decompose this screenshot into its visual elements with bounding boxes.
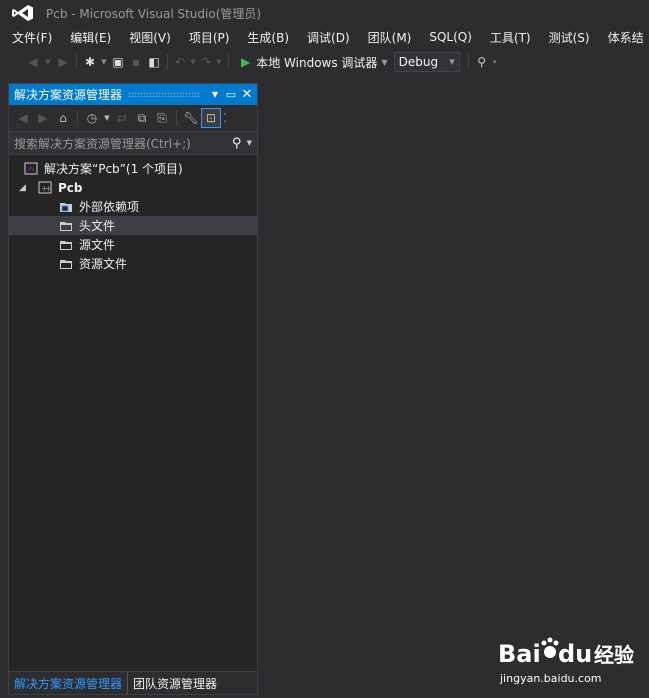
chevron-down-icon[interactable]: ▼ — [381, 58, 387, 67]
panel-title: 解决方案资源管理器 — [14, 88, 123, 102]
folder-icon — [58, 238, 74, 252]
home-icon[interactable]: ⌂ — [53, 108, 73, 128]
window-title: Pcb - Microsoft Visual Studio(管理员) — [46, 6, 262, 21]
title-bar: Pcb - Microsoft Visual Studio(管理员) — [0, 0, 649, 26]
menu-sql[interactable]: SQL(Q) — [429, 30, 472, 44]
menu-architecture[interactable]: 体系结 — [608, 29, 644, 46]
search-options-dropdown-icon[interactable]: ▼ — [247, 139, 252, 147]
toolbar-separator — [167, 54, 168, 70]
sync-icon[interactable]: ⇄ — [112, 108, 132, 128]
svg-text:+: + — [45, 184, 52, 193]
solution-tree: 解决方案“Pcb”(1 个项目) ◢ ++ Pcb 外部依赖项 头文件 源文件 — [9, 155, 257, 273]
tab-solution-explorer[interactable]: 解决方案资源管理器 — [9, 672, 127, 694]
paw-logo-icon — [541, 637, 559, 658]
forward-icon[interactable]: ▶ — [33, 108, 53, 128]
back-dropdown-icon[interactable]: ▼ — [42, 52, 54, 72]
properties-wrench-icon[interactable]: 🔧︎ — [181, 108, 201, 128]
forward-icon[interactable]: ▶ — [54, 52, 72, 72]
folder-icon — [58, 257, 74, 271]
collapse-all-icon[interactable]: ⧉ — [132, 108, 152, 128]
baidu-jingyan-watermark: Bai du 经验 jingyan.baidu.com — [498, 637, 634, 685]
maximize-icon[interactable]: ▭ — [223, 88, 239, 101]
start-debugging-label: 本地 Windows 调试器 — [256, 55, 378, 70]
save-all-icon[interactable]: ◧ — [145, 52, 163, 72]
menu-file[interactable]: 文件(F) — [12, 29, 52, 46]
redo-icon[interactable]: ↷ — [198, 52, 214, 72]
pending-changes-dropdown-icon[interactable]: ▼ — [102, 108, 112, 128]
drag-grip[interactable] — [128, 92, 201, 97]
project-node[interactable]: ◢ + + Pcb — [9, 178, 257, 197]
folder-label: 外部依赖项 — [79, 200, 140, 214]
new-project-dropdown-icon[interactable]: ▼ — [99, 52, 109, 72]
menu-tools[interactable]: 工具(T) — [490, 29, 531, 46]
panel-tab-strip: 解决方案资源管理器 团队资源管理器 — [9, 671, 257, 694]
expanded-arrow-icon[interactable]: ◢ — [19, 183, 29, 193]
cpp-project-icon: + + — [37, 181, 53, 195]
folder-icon — [58, 219, 74, 233]
menu-project[interactable]: 项目(P) — [189, 29, 230, 46]
folder-header-files[interactable]: 头文件 — [9, 216, 257, 235]
folder-label: 源文件 — [79, 238, 116, 252]
menu-debug[interactable]: 调试(D) — [307, 29, 350, 46]
menu-bar: 文件(F) 编辑(E) 视图(V) 项目(P) 生成(B) 调试(D) 团队(M… — [0, 26, 649, 48]
play-icon: ▶ — [241, 55, 251, 69]
back-icon[interactable]: ◀ — [24, 52, 42, 72]
menu-test[interactable]: 测试(S) — [549, 29, 590, 46]
tab-team-explorer[interactable]: 团队资源管理器 — [127, 672, 222, 694]
search-icon[interactable]: ⚲ — [227, 136, 247, 151]
search-input[interactable]: 搜索解决方案资源管理器(Ctrl+;) ⚲ ▼ — [9, 131, 257, 155]
overflow-icon[interactable]: ⁚ — [221, 108, 229, 128]
solution-explorer-panel: 解决方案资源管理器 ▼ ▭ ✕ ◀ ▶ ⌂ ◷ ▼ ⇄ ⧉ ⎘ 🔧︎ ⊡ ⁚ 搜… — [8, 83, 258, 695]
external-dependencies-icon — [58, 200, 74, 214]
standard-toolbar: ◀ ▼ ▶ ✱ ▼ ▣ ▪ ◧ ↶ ▼ ↷ ▼ ▶ 本地 Windows 调试器… — [0, 50, 649, 74]
solution-explorer-toolbar: ◀ ▶ ⌂ ◷ ▼ ⇄ ⧉ ⎘ 🔧︎ ⊡ ⁚ — [9, 105, 257, 131]
toolbar-options-icon[interactable]: ▾ — [491, 52, 499, 72]
redo-dropdown-icon[interactable]: ▼ — [214, 52, 224, 72]
solution-node[interactable]: 解决方案“Pcb”(1 个项目) — [9, 159, 257, 178]
solution-configuration-select[interactable]: Debug ▼ — [393, 52, 460, 72]
new-project-icon[interactable]: ✱ — [81, 52, 99, 72]
visual-studio-logo-icon — [12, 5, 33, 21]
back-icon[interactable]: ◀ — [13, 108, 33, 128]
start-debugging-button[interactable]: ▶ 本地 Windows 调试器 ▼ — [241, 54, 388, 71]
window-position-dropdown-icon[interactable]: ▼ — [207, 90, 223, 99]
watermark-brand: Bai — [498, 640, 541, 668]
toolbar-separator — [228, 54, 229, 70]
open-file-icon[interactable]: ▣ — [109, 52, 127, 72]
panel-header: 解决方案资源管理器 ▼ ▭ ✕ — [9, 84, 257, 105]
folder-external-dependencies[interactable]: 外部依赖项 — [9, 197, 257, 216]
watermark-product: 经验 — [594, 643, 634, 667]
preview-selected-items-icon[interactable]: ⊡ — [201, 108, 221, 128]
menu-edit[interactable]: 编辑(E) — [70, 29, 111, 46]
folder-source-files[interactable]: 源文件 — [9, 235, 257, 254]
attach-process-icon[interactable]: ⚲ — [473, 52, 491, 72]
folder-label: 资源文件 — [79, 257, 128, 271]
project-label: Pcb — [58, 180, 83, 195]
toolbar-separator — [467, 54, 469, 70]
close-icon[interactable]: ✕ — [239, 87, 255, 102]
search-placeholder: 搜索解决方案资源管理器(Ctrl+;) — [14, 136, 191, 151]
configuration-value: Debug — [398, 55, 439, 69]
toolbar-separator — [77, 110, 78, 126]
toolbar-separator — [76, 54, 77, 70]
folder-label: 头文件 — [79, 219, 116, 233]
pending-changes-icon[interactable]: ◷ — [82, 108, 102, 128]
watermark-url: jingyan.baidu.com — [499, 672, 602, 685]
save-icon[interactable]: ▪ — [127, 52, 145, 72]
solution-label: 解决方案“Pcb”(1 个项目) — [44, 162, 183, 176]
folder-resource-files[interactable]: 资源文件 — [9, 254, 257, 273]
watermark-brand-suffix: du — [558, 640, 592, 668]
solution-icon — [23, 162, 39, 176]
menu-team[interactable]: 团队(M) — [368, 29, 412, 46]
undo-icon[interactable]: ↶ — [172, 52, 188, 72]
menu-build[interactable]: 生成(B) — [247, 29, 289, 46]
toolbar-separator — [176, 110, 177, 126]
show-all-files-icon[interactable]: ⎘ — [152, 108, 172, 128]
chevron-down-icon: ▼ — [449, 58, 455, 66]
undo-dropdown-icon[interactable]: ▼ — [188, 52, 198, 72]
menu-view[interactable]: 视图(V) — [129, 29, 171, 46]
